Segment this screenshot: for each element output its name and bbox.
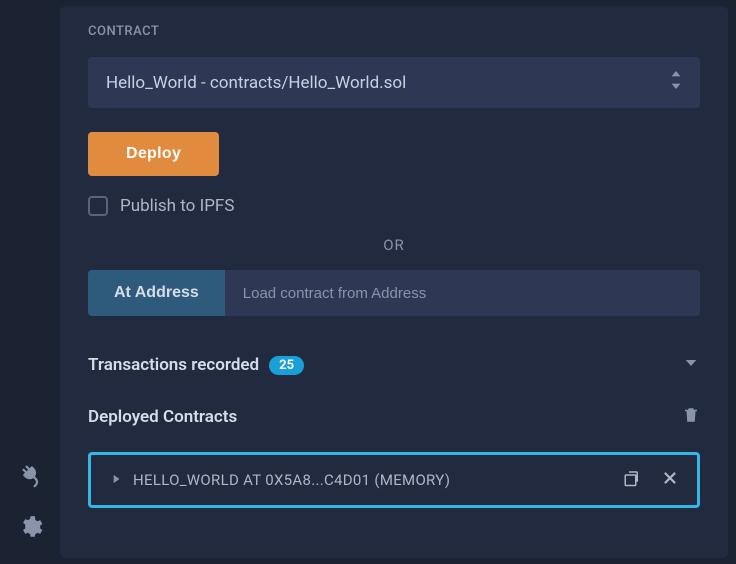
deployed-section: Deployed Contracts [88,406,700,428]
plugin-icon[interactable] [17,464,43,494]
publish-ipfs-label: Publish to IPFS [120,196,234,216]
publish-ipfs-row[interactable]: Publish to IPFS [88,196,700,216]
chevron-right-icon [109,471,123,490]
address-input[interactable] [225,270,700,316]
copy-icon[interactable] [623,469,641,491]
deploy-button[interactable]: Deploy [88,132,219,176]
contract-select[interactable]: Hello_World - contracts/Hello_World.sol [88,57,700,108]
select-caret-icon [670,71,682,94]
gear-icon[interactable] [17,514,43,544]
chevron-down-icon[interactable] [682,354,700,376]
transactions-title: Transactions recorded [88,355,259,375]
transactions-section[interactable]: Transactions recorded 25 [88,354,700,376]
or-divider: OR [88,236,700,254]
contract-label: CONTRACT [88,24,700,39]
at-address-row: At Address [88,270,700,316]
at-address-button[interactable]: At Address [88,270,225,316]
close-icon[interactable] [661,469,679,491]
left-rail [0,0,60,564]
instance-label: HELLO_WORLD AT 0X5A8...C4D01 (MEMORY) [133,471,450,489]
publish-ipfs-checkbox[interactable] [88,196,108,216]
contract-selected: Hello_World - contracts/Hello_World.sol [106,73,406,93]
deployed-title: Deployed Contracts [88,407,237,427]
trash-icon[interactable] [682,406,700,428]
transactions-count-badge: 25 [269,356,304,375]
deploy-panel: CONTRACT Hello_World - contracts/Hello_W… [60,6,728,558]
deployed-instance[interactable]: HELLO_WORLD AT 0X5A8...C4D01 (MEMORY) [88,452,700,508]
